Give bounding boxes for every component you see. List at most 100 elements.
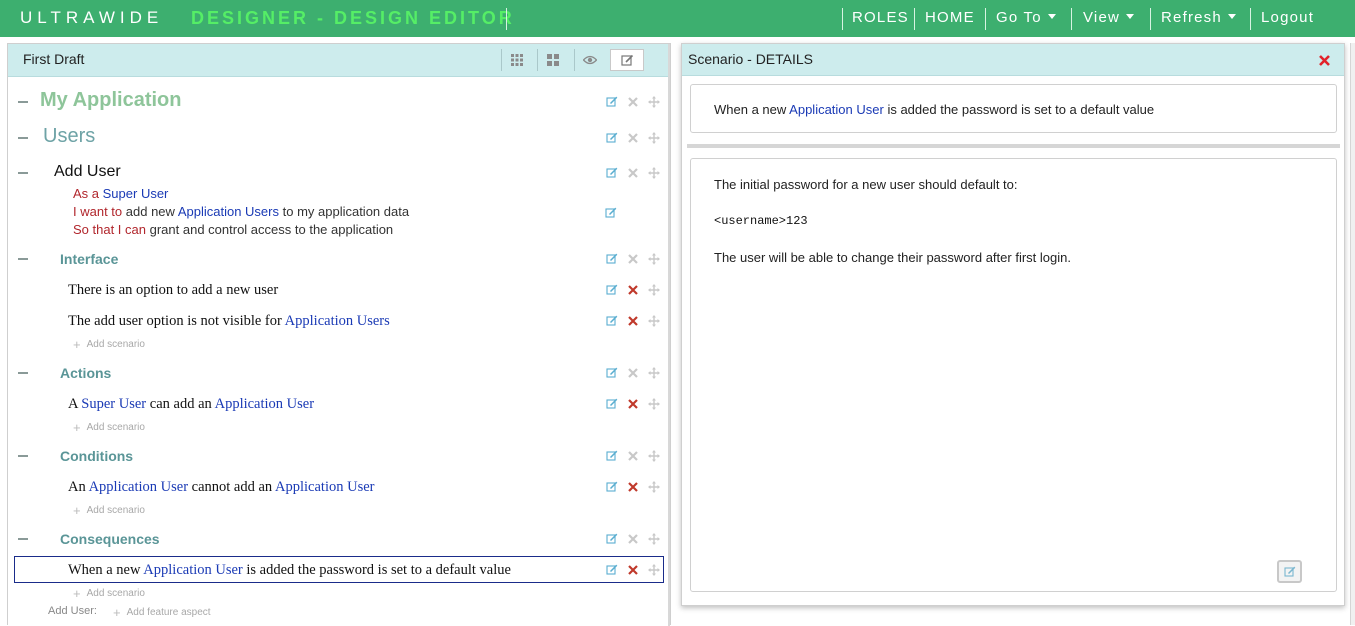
feature-footer: Add User: bbox=[48, 605, 97, 617]
entity-link[interactable]: Super User bbox=[103, 186, 169, 201]
nav-goto-dropdown[interactable]: Go To bbox=[996, 9, 1056, 26]
panel-title: First Draft bbox=[23, 51, 85, 67]
edit-icon[interactable] bbox=[605, 166, 618, 179]
story-line-want: I want to add new Application Users to m… bbox=[73, 203, 409, 221]
edit-icon[interactable] bbox=[605, 449, 618, 462]
scenario-text-part: The add user option is not visible for bbox=[68, 313, 282, 329]
edit-icon[interactable] bbox=[605, 480, 618, 493]
edit-icon[interactable] bbox=[605, 532, 618, 545]
aspect-title[interactable]: Conditions bbox=[60, 448, 133, 464]
move-icon[interactable] bbox=[647, 563, 660, 576]
delete-icon[interactable] bbox=[626, 252, 639, 265]
collapse-toggle[interactable] bbox=[18, 101, 28, 103]
entity-link[interactable]: Application User bbox=[143, 562, 242, 578]
add-scenario-label: Add scenario bbox=[86, 505, 145, 516]
window-scrollbar[interactable] bbox=[1350, 43, 1355, 625]
plus-icon: + bbox=[73, 420, 81, 435]
collapse-toggle[interactable] bbox=[18, 258, 28, 260]
collapse-toggle[interactable] bbox=[18, 538, 28, 540]
add-scenario-link[interactable]: + Add scenario bbox=[73, 503, 145, 518]
edit-icon[interactable] bbox=[604, 206, 617, 219]
move-icon[interactable] bbox=[647, 480, 660, 493]
application-title[interactable]: My Application bbox=[40, 89, 181, 112]
story-text: add new bbox=[125, 204, 175, 219]
scenario-text-part: is added the password is set to a defaul… bbox=[246, 562, 511, 578]
delete-icon[interactable] bbox=[626, 314, 639, 327]
collapse-toggle[interactable] bbox=[18, 372, 28, 374]
entity-link[interactable]: Super User bbox=[81, 396, 146, 412]
entity-link[interactable]: Application User bbox=[89, 479, 188, 495]
entity-link[interactable]: Application User bbox=[789, 102, 884, 117]
feature-title[interactable]: Add User bbox=[54, 163, 121, 181]
node-actions bbox=[605, 366, 660, 379]
entity-link[interactable]: Application Users bbox=[285, 313, 390, 329]
divider bbox=[687, 144, 1340, 148]
nav-logout[interactable]: Logout bbox=[1261, 9, 1314, 26]
add-scenario-link[interactable]: + Add scenario bbox=[73, 420, 145, 435]
add-scenario-link[interactable]: + Add scenario bbox=[73, 337, 145, 352]
delete-icon[interactable] bbox=[626, 397, 639, 410]
add-feature-aspect-link[interactable]: + Add feature aspect bbox=[113, 605, 211, 620]
scenario-details-panel: Scenario - DETAILS When a new Applicatio… bbox=[681, 43, 1345, 606]
delete-icon[interactable] bbox=[626, 283, 639, 296]
collapse-toggle[interactable] bbox=[18, 455, 28, 457]
move-icon[interactable] bbox=[647, 131, 660, 144]
edit-icon[interactable] bbox=[605, 397, 618, 410]
collapse-toggle[interactable] bbox=[18, 137, 28, 139]
node-actions bbox=[605, 131, 660, 144]
edit-details-button[interactable] bbox=[1277, 560, 1302, 583]
aspect-title[interactable]: Actions bbox=[60, 365, 111, 381]
move-icon[interactable] bbox=[647, 366, 660, 379]
move-icon[interactable] bbox=[647, 95, 660, 108]
nav-refresh-dropdown[interactable]: Refresh bbox=[1161, 9, 1236, 26]
panel-scrollbar[interactable] bbox=[668, 44, 670, 626]
plus-icon: + bbox=[73, 503, 81, 518]
user-story[interactable]: As a Super User I want to add new Applic… bbox=[73, 185, 409, 239]
delete-icon[interactable] bbox=[626, 95, 639, 108]
close-icon[interactable] bbox=[1319, 53, 1330, 71]
edit-icon[interactable] bbox=[605, 131, 618, 144]
edit-icon[interactable] bbox=[605, 95, 618, 108]
node-actions bbox=[605, 283, 660, 296]
panel-title: Scenario - DETAILS bbox=[688, 51, 814, 67]
brand-logo[interactable]: ULTRAWIDE bbox=[20, 8, 163, 28]
delete-icon[interactable] bbox=[626, 480, 639, 493]
entity-link[interactable]: Application Users bbox=[178, 204, 279, 219]
nav-view-dropdown[interactable]: View bbox=[1083, 9, 1135, 26]
delete-icon[interactable] bbox=[626, 131, 639, 144]
edit-icon[interactable] bbox=[605, 314, 618, 327]
delete-icon[interactable] bbox=[626, 563, 639, 576]
section-title[interactable]: Users bbox=[43, 125, 95, 148]
edit-icon[interactable] bbox=[605, 366, 618, 379]
story-line-role: As a Super User bbox=[73, 185, 409, 203]
move-icon[interactable] bbox=[647, 283, 660, 296]
delete-icon[interactable] bbox=[626, 449, 639, 462]
aspect-title[interactable]: Interface bbox=[60, 251, 118, 267]
nav-home[interactable]: HOME bbox=[925, 9, 975, 26]
nav-roles[interactable]: ROLES bbox=[852, 9, 909, 26]
scenario-text-part: A bbox=[68, 396, 78, 412]
move-icon[interactable] bbox=[647, 449, 660, 462]
entity-link[interactable]: Application User bbox=[215, 396, 314, 412]
move-icon[interactable] bbox=[647, 166, 660, 179]
scenario-text: There is an option to add a new user bbox=[68, 282, 279, 298]
edit-icon[interactable] bbox=[605, 563, 618, 576]
view-grid-small-button[interactable] bbox=[501, 49, 531, 71]
move-icon[interactable] bbox=[647, 532, 660, 545]
scenario-summary-box: When a new Application User is added the… bbox=[690, 84, 1337, 133]
view-grid-large-button[interactable] bbox=[537, 49, 567, 71]
move-icon[interactable] bbox=[647, 314, 660, 327]
view-edit-button[interactable] bbox=[610, 49, 644, 71]
delete-icon[interactable] bbox=[626, 532, 639, 545]
move-icon[interactable] bbox=[647, 252, 660, 265]
add-scenario-link[interactable]: + Add scenario bbox=[73, 586, 145, 601]
entity-link[interactable]: Application User bbox=[275, 479, 374, 495]
move-icon[interactable] bbox=[647, 397, 660, 410]
view-preview-button[interactable] bbox=[574, 49, 604, 71]
aspect-title[interactable]: Consequences bbox=[60, 531, 160, 547]
edit-icon[interactable] bbox=[605, 252, 618, 265]
delete-icon[interactable] bbox=[626, 166, 639, 179]
edit-icon[interactable] bbox=[605, 283, 618, 296]
delete-icon[interactable] bbox=[626, 366, 639, 379]
collapse-toggle[interactable] bbox=[18, 172, 28, 174]
